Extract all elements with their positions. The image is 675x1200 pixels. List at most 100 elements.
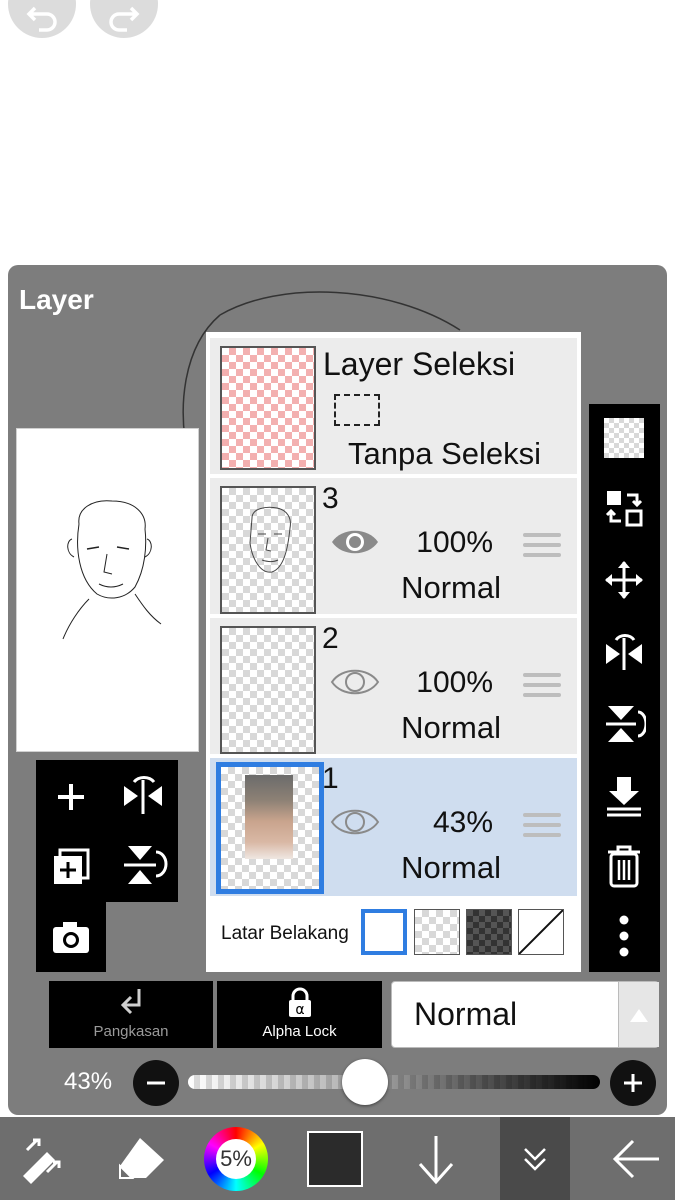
redo-icon: [109, 6, 140, 32]
clipping-button[interactable]: Pangkasan: [49, 981, 213, 1048]
layer-2-thumbnail: [220, 626, 316, 754]
add-layer-button[interactable]: [48, 774, 94, 820]
duplicate-icon: [54, 848, 90, 884]
panel-title: Layer: [19, 284, 94, 315]
flip-vertical-icon: [606, 706, 646, 742]
transform-tool-button[interactable]: [0, 1117, 80, 1200]
move-layer-button[interactable]: [589, 550, 659, 610]
redo-button[interactable]: [90, 0, 158, 38]
layer-number: 1: [322, 762, 339, 795]
merge-down-icon: [607, 777, 641, 817]
alpha-lock-icon: α: [289, 987, 311, 1018]
layer-3-thumbnail: [220, 486, 316, 614]
plus-icon: [58, 784, 84, 810]
opacity-value-label: 43%: [64, 1068, 113, 1095]
alpha-lock-label: Alpha Lock: [262, 1023, 337, 1040]
layer-1-thumbnail: [216, 762, 324, 894]
opacity-slider-thumb[interactable]: [342, 1059, 389, 1105]
clipping-label: Pangkasan: [93, 1023, 169, 1040]
layer-row-1[interactable]: 1 43% Normal: [210, 758, 577, 896]
color-wheel-button[interactable]: 5%: [200, 1117, 272, 1200]
current-color-button[interactable]: [305, 1117, 365, 1200]
transform-icon: [23, 1138, 61, 1184]
layer-blend-mode: Normal: [401, 710, 501, 745]
background-transparent-swatch[interactable]: [414, 909, 460, 955]
undo-button[interactable]: [8, 0, 76, 38]
flip-horizontal-button[interactable]: [589, 622, 659, 682]
visibility-eye-icon[interactable]: [330, 664, 380, 700]
camera-icon: [53, 922, 89, 953]
face-sketch-preview: [62, 500, 162, 640]
chevron-up-icon: [630, 1009, 648, 1022]
plus-icon: [624, 1074, 642, 1092]
layer-opacity: 100%: [416, 666, 493, 699]
drag-handle-icon[interactable]: [523, 533, 561, 563]
color-wheel-icon: 5%: [204, 1126, 268, 1191]
blend-mode-select[interactable]: Normal: [391, 981, 659, 1048]
canvas-preview[interactable]: [16, 428, 199, 752]
alpha-lock-button[interactable]: α Alpha Lock: [217, 981, 382, 1048]
background-dark-checker-swatch[interactable]: [466, 909, 512, 955]
checkerboard-icon: [604, 418, 644, 458]
background-white-swatch[interactable]: [361, 909, 407, 955]
layer-3-sketch-preview: [249, 506, 291, 573]
duplicate-layer-button[interactable]: [48, 842, 94, 888]
color-wheel-label: 5%: [220, 1145, 252, 1171]
opacity-decrease-button[interactable]: [133, 1060, 179, 1106]
layer-number: 3: [322, 482, 339, 515]
diagonal-slash-icon: [518, 909, 564, 955]
layer-number: 2: [322, 622, 339, 655]
trash-icon: [608, 845, 640, 888]
layer-blend-mode: Normal: [401, 570, 501, 605]
svg-text:α: α: [295, 1002, 304, 1018]
layer-row-2[interactable]: 2 100% Normal: [210, 618, 577, 754]
move-arrows-icon: [605, 561, 643, 599]
flip-layer-vertical-button[interactable]: [118, 840, 168, 890]
current-color-swatch: [307, 1130, 363, 1187]
swap-icon: [605, 491, 643, 527]
arrow-down-icon: [418, 1135, 454, 1184]
eraser-tool-button[interactable]: [100, 1117, 180, 1200]
background-none-swatch[interactable]: [518, 909, 564, 955]
double-chevron-down-icon: [524, 1147, 546, 1171]
layer-blend-mode: Normal: [401, 850, 501, 885]
layer-sidebar: [589, 404, 660, 972]
flip-vertical-button[interactable]: [589, 694, 659, 754]
transparency-grid-button[interactable]: [589, 408, 659, 468]
delete-layer-button[interactable]: [589, 836, 659, 896]
opacity-slider-track[interactable]: [188, 1075, 600, 1089]
more-vertical-icon: [619, 915, 629, 957]
layer-row-selection[interactable]: Layer Seleksi Tanpa Seleksi: [210, 338, 577, 474]
visibility-eye-icon[interactable]: [330, 524, 380, 560]
merge-down-button[interactable]: [589, 766, 659, 826]
move-layer-down-button[interactable]: [396, 1117, 476, 1200]
flip-vertical-icon: [124, 846, 168, 884]
layer-row-3[interactable]: 3 100% Normal: [210, 478, 577, 614]
swap-selection-button[interactable]: [589, 478, 659, 538]
minus-icon: [147, 1081, 165, 1085]
undo-icon: [26, 6, 57, 32]
layer-1-photo-preview: [245, 775, 293, 859]
flip-layer-horizontal-button[interactable]: [118, 772, 168, 822]
selection-layer-thumbnail: [220, 346, 316, 470]
background-label: Latar Belakang: [221, 923, 349, 944]
blend-mode-dropdown[interactable]: [618, 982, 659, 1047]
selection-marquee-icon: [334, 394, 380, 426]
selection-status: Tanpa Seleksi: [348, 436, 542, 471]
blend-mode-value: Normal: [414, 996, 518, 1032]
layer-opacity: 100%: [416, 526, 493, 559]
drag-handle-icon[interactable]: [523, 673, 561, 703]
selection-layer-title: Layer Seleksi: [323, 346, 516, 382]
layer-opacity: 43%: [432, 806, 493, 839]
layer-list: Layer Seleksi Tanpa Seleksi 3 100% Norma…: [206, 332, 581, 972]
drag-handle-icon[interactable]: [523, 813, 561, 843]
flip-horizontal-icon: [606, 634, 642, 670]
camera-import-button[interactable]: [48, 914, 94, 960]
flip-horizontal-icon: [124, 776, 162, 814]
collapse-panel-button[interactable]: [500, 1117, 570, 1200]
opacity-increase-button[interactable]: [610, 1060, 656, 1106]
back-button[interactable]: [596, 1117, 675, 1200]
visibility-eye-icon[interactable]: [330, 804, 380, 840]
clipping-arrow-icon: [120, 989, 141, 1015]
more-options-button[interactable]: [589, 906, 659, 966]
